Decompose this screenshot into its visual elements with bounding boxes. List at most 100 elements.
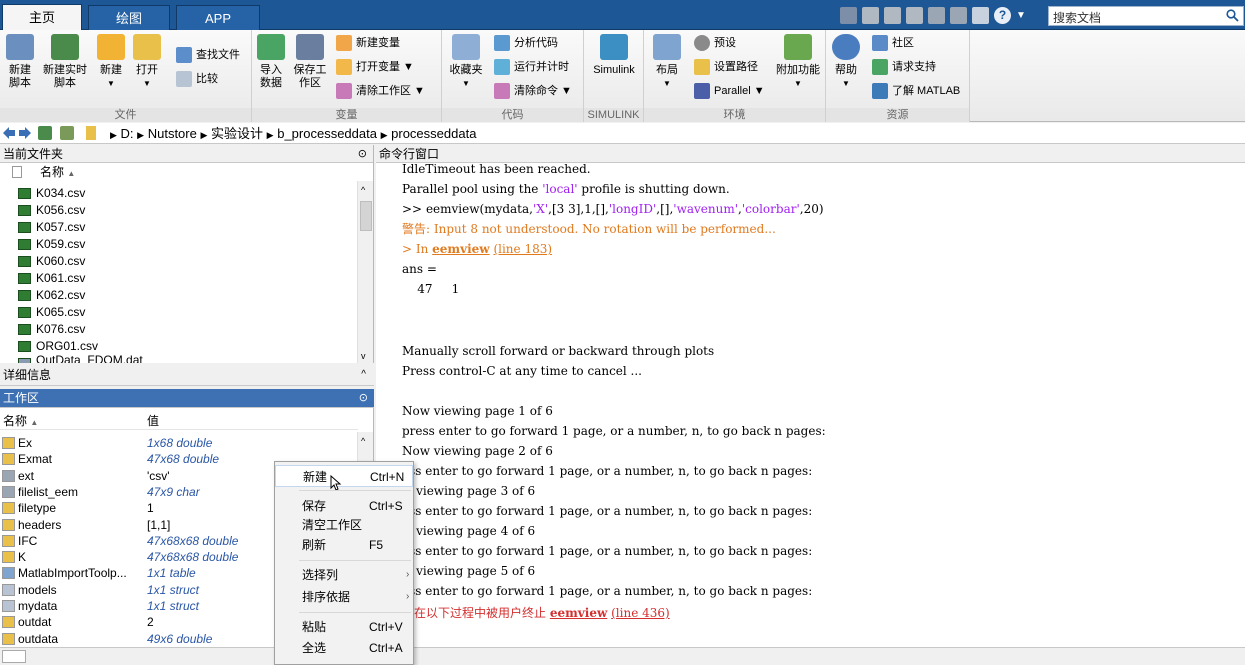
run-and-time-button[interactable]: 运行并计时 <box>494 58 569 76</box>
output-line: Now viewing page 1 of 6 <box>402 404 553 418</box>
csv-file-icon <box>18 273 31 284</box>
file-item[interactable]: K034.csv <box>18 185 85 202</box>
current-folder-header: 当前文件夹 ⊙ <box>0 145 373 163</box>
save-workspace-button[interactable]: 保存工作区 <box>290 34 330 90</box>
learn-matlab-button[interactable]: 了解 MATLAB <box>872 82 960 100</box>
undo-icon[interactable] <box>928 7 945 24</box>
menu-separator <box>299 612 411 613</box>
column-header-value[interactable]: 值 <box>147 412 159 430</box>
breadcrumb-item[interactable]: 实验设计 <box>211 126 263 141</box>
tab-home[interactable]: 主页 <box>2 4 82 31</box>
favorites-button[interactable]: 收藏夹 ▼ <box>446 34 486 90</box>
panel-menu-icon[interactable]: ⊙ <box>358 145 367 163</box>
tab-plots[interactable]: 绘图 <box>88 5 170 30</box>
details-panel-header[interactable]: 详细信息 ^ <box>0 364 374 386</box>
file-item[interactable]: K056.csv <box>18 202 85 219</box>
breadcrumb-item[interactable]: Nutstore <box>148 126 197 141</box>
menu-item-choose-columns[interactable]: 选择列 › <box>275 564 413 586</box>
tab-apps[interactable]: APP <box>176 5 260 30</box>
clear-commands-button[interactable]: 清除命令 ▼ <box>494 82 572 100</box>
line-number-link[interactable]: (line 436) <box>611 606 670 620</box>
file-item[interactable]: K065.csv <box>18 304 85 321</box>
request-support-button[interactable]: 请求支持 <box>872 58 936 76</box>
menu-item-refresh[interactable]: 刷新 F5 <box>275 534 413 556</box>
file-item[interactable]: K076.csv <box>18 321 85 338</box>
scroll-up-icon[interactable]: ^ <box>361 185 365 195</box>
panel-menu-icon[interactable]: ⊙ <box>359 389 368 407</box>
eemview-link[interactable]: eemview <box>550 606 607 620</box>
status-indicator-icon[interactable] <box>2 650 26 663</box>
csv-file-icon <box>18 307 31 318</box>
compare-button[interactable]: 比较 <box>176 70 218 88</box>
parallel-button[interactable]: Parallel ▼ <box>694 82 765 100</box>
eemview-link[interactable]: eemview <box>432 242 489 256</box>
new-button[interactable]: 新建 ▼ <box>96 34 126 90</box>
menu-item-new[interactable]: 新建 Ctrl+N <box>275 465 413 491</box>
new-variable-button[interactable]: 新建变量 <box>336 34 400 52</box>
analyze-code-icon <box>494 35 510 51</box>
file-item[interactable]: K057.csv <box>18 219 85 236</box>
simulink-icon <box>600 34 628 60</box>
line-number-link[interactable]: (line 183) <box>493 242 552 256</box>
menu-item-paste[interactable]: 粘贴 Ctrl+V <box>275 616 413 638</box>
sort-asc-icon: ▲ <box>30 418 39 427</box>
current-folder-panel: 当前文件夹 ⊙ 名称 ▲ K034.csv K056.csv K057.csv … <box>0 145 374 363</box>
forward-arrow-icon[interactable] <box>18 126 32 140</box>
simulink-button[interactable]: Simulink <box>590 34 638 77</box>
file-item[interactable]: K060.csv <box>18 253 85 270</box>
column-header-name[interactable]: 名称 ▲ <box>0 163 356 181</box>
dropdown-caret-icon[interactable]: ▼ <box>1016 7 1033 24</box>
menu-item-clear-workspace[interactable]: 清空工作区 <box>275 514 413 536</box>
save-icon[interactable] <box>840 7 857 24</box>
breadcrumb-item[interactable]: processeddata <box>391 126 476 141</box>
browse-folder-icon[interactable] <box>60 126 74 140</box>
switch-windows-icon[interactable] <box>972 7 989 24</box>
support-icon <box>872 59 888 75</box>
breadcrumb-item[interactable]: b_processeddata <box>277 126 377 141</box>
workspace-variable-row[interactable]: Ex 1x68 double <box>0 435 358 451</box>
redo-icon[interactable] <box>950 7 967 24</box>
analyze-code-button[interactable]: 分析代码 <box>494 34 558 52</box>
set-path-button[interactable]: 设置路径 <box>694 58 758 76</box>
open-button[interactable]: 打开 ▼ <box>132 34 162 90</box>
column-header-name[interactable]: 名称 ▲ <box>3 412 38 432</box>
file-item[interactable]: ORG01.csv <box>18 338 98 355</box>
open-variable-button[interactable]: 打开变量 ▼ <box>336 58 414 76</box>
copy-icon[interactable] <box>884 7 901 24</box>
help-icon[interactable]: ? <box>994 7 1011 24</box>
scroll-down-icon[interactable]: v <box>361 351 366 361</box>
variable-name: outdata <box>18 631 59 646</box>
breadcrumb-item[interactable]: D: <box>121 126 134 141</box>
new-script-button[interactable]: 新建脚本 <box>4 34 36 90</box>
add-ons-button[interactable]: 附加功能 ▼ <box>774 34 822 90</box>
file-item[interactable]: K061.csv <box>18 270 85 287</box>
layout-button[interactable]: 布局 ▼ <box>650 34 684 90</box>
find-files-button[interactable]: 查找文件 <box>176 46 240 64</box>
folder-scrollbar[interactable]: ^ v <box>357 181 373 363</box>
up-folder-icon[interactable] <box>38 126 52 140</box>
output-line: Press control-C at any time to cancel ..… <box>402 364 642 378</box>
command-window[interactable]: 命令行窗口 IdleTimeout has been reached. Para… <box>376 145 1245 647</box>
file-type-column-icon <box>12 166 22 178</box>
scroll-thumb[interactable] <box>360 201 372 231</box>
community-button[interactable]: 社区 <box>872 34 914 52</box>
help-button[interactable]: 帮助 ▼ <box>832 34 860 90</box>
file-item[interactable]: K059.csv <box>18 236 85 253</box>
menu-item-sort-by[interactable]: 排序依据 › <box>275 586 413 608</box>
search-icon[interactable] <box>1226 9 1239 22</box>
clear-workspace-button[interactable]: 清除工作区 ▼ <box>336 82 425 100</box>
search-documentation-input[interactable]: 搜索文档 <box>1048 6 1244 26</box>
scroll-up-icon[interactable]: ^ <box>361 436 365 446</box>
preferences-button[interactable]: 预设 <box>694 34 736 52</box>
file-item[interactable]: K062.csv <box>18 287 85 304</box>
expand-icon[interactable]: ^ <box>361 364 366 386</box>
paste-icon[interactable] <box>906 7 923 24</box>
learn-matlab-icon <box>872 83 888 99</box>
file-item[interactable]: OutData_FDOM.dat <box>18 355 143 363</box>
variable-value: 1 <box>147 501 154 516</box>
new-live-script-button[interactable]: 新建实时脚本 <box>40 34 90 90</box>
menu-item-select-all[interactable]: 全选 Ctrl+A <box>275 637 413 659</box>
cut-icon[interactable] <box>862 7 879 24</box>
back-arrow-icon[interactable] <box>2 126 16 140</box>
import-data-button[interactable]: 导入数据 <box>256 34 286 90</box>
